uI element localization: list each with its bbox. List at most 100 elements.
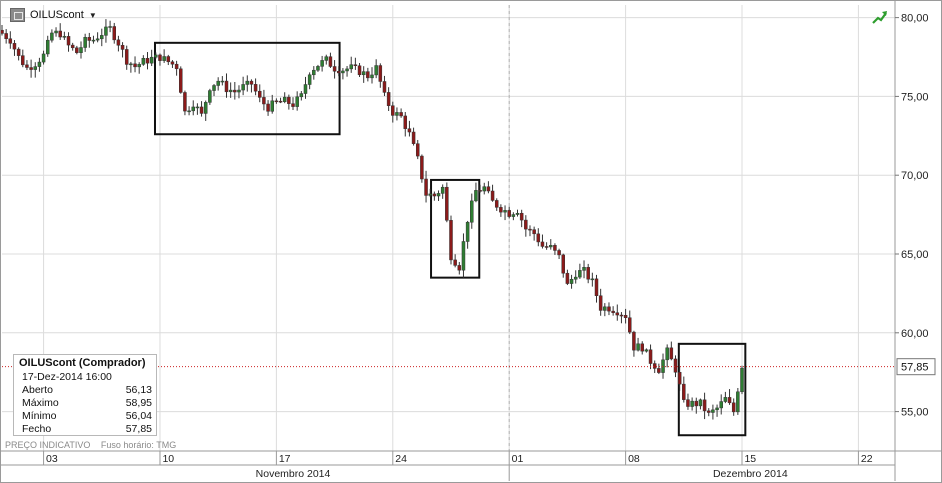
candle-up (636, 343, 640, 351)
y-tick-label: 75,00 (901, 91, 929, 103)
symbol-name[interactable]: OILUScont (30, 9, 84, 21)
candle-up (237, 89, 241, 93)
info-value: 56,13 (125, 384, 152, 396)
candle-down (686, 399, 690, 407)
candle-up (245, 80, 250, 85)
candle-up (374, 65, 378, 76)
candle-down (536, 233, 541, 243)
candle-up (324, 56, 329, 61)
candle-up (83, 37, 87, 48)
candle-down (278, 100, 283, 103)
candle-up (141, 58, 146, 65)
candle-down (445, 186, 449, 221)
candle-up (582, 267, 586, 271)
candle-down (29, 67, 33, 70)
candle-up (108, 26, 112, 28)
candle-down (669, 347, 674, 360)
candle-up (41, 53, 46, 63)
candle-up (316, 66, 320, 71)
candle-down (0, 29, 4, 34)
x-tick-label: 17 (279, 453, 291, 465)
candle-down (507, 210, 511, 217)
candle-up (470, 200, 474, 223)
candle-down (258, 90, 262, 98)
candle-down (528, 228, 532, 231)
candle-up (320, 60, 324, 67)
candle-down (133, 63, 137, 68)
candle-down (594, 278, 599, 296)
candle-down (702, 399, 707, 412)
price-type-label: PREÇO INDICATIVO (5, 440, 91, 450)
candle-down (66, 36, 71, 46)
candle-up (162, 56, 166, 61)
candle-down (519, 212, 524, 221)
chart-window-icon[interactable] (10, 8, 25, 22)
candle-down (623, 315, 628, 318)
candle-down (524, 219, 528, 230)
candle-down (640, 343, 644, 352)
candle-down (183, 92, 187, 112)
candle-up (91, 39, 96, 42)
x-tick-label: 08 (628, 453, 640, 465)
candle-up (149, 56, 154, 64)
candle-down (274, 100, 279, 103)
symbol-dropdown-icon[interactable]: ▼ (89, 11, 97, 20)
timezone-label: Fuso horário: TMG (100, 440, 177, 450)
candle-up (474, 190, 478, 202)
info-title: OILUScont (Comprador) (19, 357, 146, 369)
trend-up-arrow-icon[interactable] (872, 10, 888, 24)
candle-up (465, 221, 470, 242)
info-label: Máximo (22, 397, 59, 409)
candle-up (303, 84, 308, 94)
x-tick-label: 01 (512, 453, 524, 465)
x-tick-label: 24 (395, 453, 407, 465)
candle-up (590, 278, 595, 281)
x-tick-label: 15 (744, 453, 756, 465)
candle-up (341, 70, 345, 74)
candle-down (158, 54, 162, 61)
candle-up (282, 96, 287, 102)
info-value: 57,85 (125, 423, 152, 435)
candle-down (87, 37, 92, 41)
candle-down (490, 190, 495, 201)
last-price-label: 57,85 (901, 362, 929, 374)
y-tick-label: 65,00 (901, 249, 929, 261)
candle-down (386, 92, 391, 106)
candle-down (557, 250, 561, 256)
candle-down (336, 71, 341, 74)
candle-up (349, 64, 353, 70)
candle-down (233, 89, 237, 93)
x-tick-label: 22 (861, 453, 873, 465)
candle-up (578, 270, 582, 278)
candle-down (453, 259, 457, 266)
candle-down (328, 56, 333, 67)
candle-down (12, 43, 17, 50)
y-tick-label: 80,00 (901, 13, 929, 25)
candle-up (482, 186, 487, 192)
candle-down (478, 190, 482, 192)
candle-down (145, 58, 150, 64)
info-timestamp: 17-Dez-2014 16:00 (22, 371, 112, 383)
candle-up (137, 64, 141, 68)
candle-up (79, 47, 83, 53)
candle-up (740, 367, 744, 393)
chart-header: OILUScont ▼ (10, 8, 97, 22)
candle-up (104, 26, 108, 36)
candle-up (270, 100, 274, 112)
candle-up (241, 84, 245, 91)
candle-up (203, 102, 208, 114)
candle-down (120, 45, 125, 50)
candle-down (58, 30, 62, 38)
y-tick-label: 55,00 (901, 407, 929, 419)
candle-down (457, 265, 462, 271)
candle-down (561, 254, 565, 274)
candle-down (353, 64, 358, 66)
candle-up (395, 112, 399, 116)
y-tick-label: 60,00 (901, 328, 929, 340)
candle-down (731, 402, 736, 413)
candle-up (100, 35, 104, 40)
candle-up (62, 36, 67, 38)
candle-down (411, 131, 416, 144)
candle-up (603, 306, 607, 311)
candle-up (719, 401, 723, 409)
